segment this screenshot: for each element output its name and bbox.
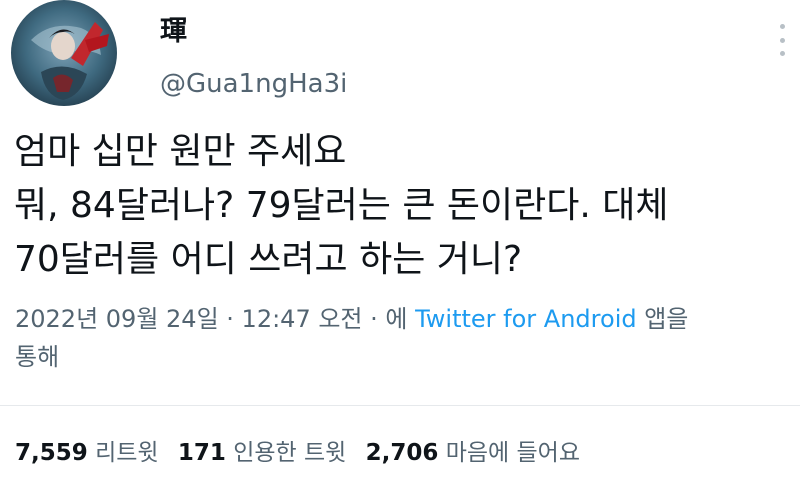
tweet-text: 엄마 십만 원만 주세요 뭐, 84달러나? 79달러는 큰 돈이란다. 대체 … bbox=[14, 125, 794, 287]
meta-separator: · bbox=[362, 305, 386, 333]
tweet-stats: 7,559 리트윗 171 인용한 트윗 2,706 마음에 들어요 bbox=[15, 436, 592, 470]
tweet-time[interactable]: 12:47 오전 bbox=[242, 305, 363, 333]
retweets-label: 리트윗 bbox=[95, 440, 159, 466]
tweet-metadata: 2022년 09월 24일 · 12:47 오전 · 에 Twitter for… bbox=[15, 300, 795, 376]
divider bbox=[0, 405, 800, 406]
more-vertical-icon bbox=[779, 24, 785, 29]
tweet-date[interactable]: 2022년 09월 24일 bbox=[15, 305, 219, 333]
avatar[interactable] bbox=[11, 0, 117, 106]
more-vertical-icon-dot bbox=[779, 37, 785, 43]
more-vertical-icon-dot bbox=[779, 51, 785, 56]
likes-count: 2,706 bbox=[365, 440, 439, 466]
quotes-count: 171 bbox=[177, 440, 226, 466]
source-app-link[interactable]: Twitter for Android bbox=[415, 305, 636, 333]
tweet-text-line: 70달러를 어디 쓰려고 하는 거니? bbox=[14, 239, 523, 280]
quotes-label: 인용한 트윗 bbox=[233, 440, 347, 466]
meta-separator: · bbox=[218, 305, 242, 333]
retweets-count: 7,559 bbox=[15, 440, 88, 466]
tweet-text-line: 뭐, 84달러나? 79달러는 큰 돈이란다. 대체 bbox=[14, 185, 669, 226]
via-prefix: 에 bbox=[385, 305, 416, 333]
via-suffix-line2: 통해 bbox=[15, 343, 60, 371]
tweet-detail: 琿 @Gua1ngHa3i 엄마 십만 원만 주세요 뭐, 84달러나? 79달… bbox=[0, 0, 800, 477]
likes-label: 마음에 들어요 bbox=[445, 440, 580, 466]
via-suffix: 앱을 bbox=[636, 305, 689, 333]
quotes-stat[interactable]: 171 인용한 트윗 bbox=[178, 440, 346, 466]
more-options-button[interactable] bbox=[770, 20, 794, 60]
display-name[interactable]: 琿 bbox=[160, 16, 187, 48]
likes-stat[interactable]: 2,706 마음에 들어요 bbox=[366, 440, 580, 466]
tweet-text-line: 엄마 십만 원만 주세요 bbox=[14, 131, 347, 172]
retweets-stat[interactable]: 7,559 리트윗 bbox=[15, 440, 159, 466]
avatar-image bbox=[11, 0, 117, 106]
user-handle[interactable]: @Gua1ngHa3i bbox=[160, 68, 347, 100]
